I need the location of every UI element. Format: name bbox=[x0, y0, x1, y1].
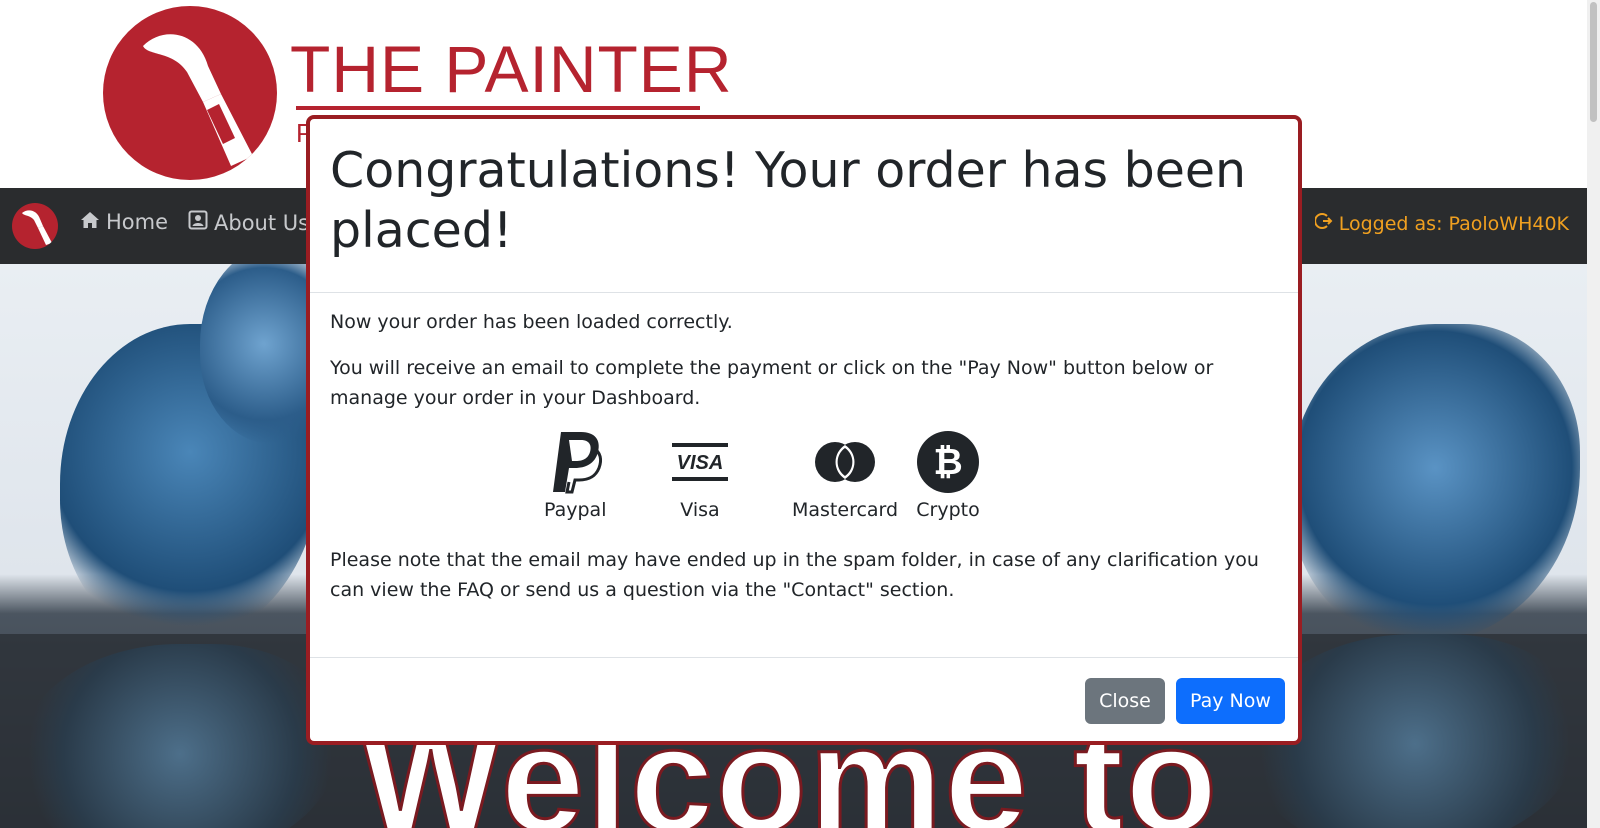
brush-logo-icon[interactable] bbox=[103, 6, 277, 180]
logout-icon bbox=[1313, 212, 1333, 235]
payment-methods: Paypal VISA Visa Mastercard ₿ Crypto bbox=[330, 429, 1280, 533]
order-confirmation-text: Now your order has been loaded correctly… bbox=[330, 311, 733, 333]
modal-header: Congratulations! Your order has been pla… bbox=[310, 119, 1298, 293]
logo-title: THE PAINTER bbox=[290, 32, 733, 106]
svg-text:VISA: VISA bbox=[677, 452, 724, 474]
payment-method-label: Paypal bbox=[544, 499, 607, 521]
payment-method-visa: VISA Visa bbox=[670, 429, 730, 523]
bitcoin-icon: ₿ bbox=[916, 429, 980, 495]
order-placed-modal: Congratulations! Your order has been pla… bbox=[306, 115, 1302, 745]
paypal-icon bbox=[547, 429, 603, 495]
logo-divider bbox=[296, 106, 700, 110]
payment-instructions-text: You will receive an email to complete th… bbox=[330, 357, 1214, 409]
nav-item-label: About Us bbox=[214, 210, 310, 235]
payment-method-crypto: ₿ Crypto bbox=[916, 429, 980, 523]
payment-method-label: Crypto bbox=[916, 499, 980, 521]
user-card-icon bbox=[188, 210, 208, 235]
hero-figure-right bbox=[1290, 324, 1580, 644]
nav-item-home[interactable]: Home bbox=[80, 210, 168, 234]
nav-brand-logo-icon[interactable] bbox=[12, 203, 58, 249]
close-button[interactable]: Close bbox=[1085, 678, 1165, 724]
nav-item-label: Home bbox=[106, 210, 169, 234]
svg-text:₿: ₿ bbox=[933, 442, 962, 483]
logged-user-link[interactable]: Logged as: PaoloWH40K bbox=[1313, 212, 1569, 235]
logged-user-label: Logged as: PaoloWH40K bbox=[1338, 212, 1569, 235]
nav-item-about-us[interactable]: About Us bbox=[188, 210, 309, 235]
payment-method-label: Mastercard bbox=[792, 499, 899, 521]
payment-method-paypal: Paypal bbox=[544, 429, 606, 523]
visa-icon: VISA bbox=[670, 429, 730, 495]
spam-folder-note: Please note that the email may have ende… bbox=[330, 549, 1259, 601]
payment-method-label: Visa bbox=[680, 499, 720, 521]
pay-now-button[interactable]: Pay Now bbox=[1176, 678, 1285, 724]
page-scrollbar[interactable] bbox=[1587, 0, 1600, 828]
mastercard-icon bbox=[813, 429, 877, 495]
payment-method-mastercard: Mastercard bbox=[792, 429, 898, 523]
modal-title: Congratulations! Your order has been pla… bbox=[330, 142, 1247, 259]
modal-footer: Close Pay Now bbox=[310, 657, 1298, 745]
scrollbar-thumb[interactable] bbox=[1590, 2, 1597, 122]
modal-body: Now your order has been loaded correctly… bbox=[330, 307, 1280, 621]
home-icon bbox=[80, 210, 100, 234]
